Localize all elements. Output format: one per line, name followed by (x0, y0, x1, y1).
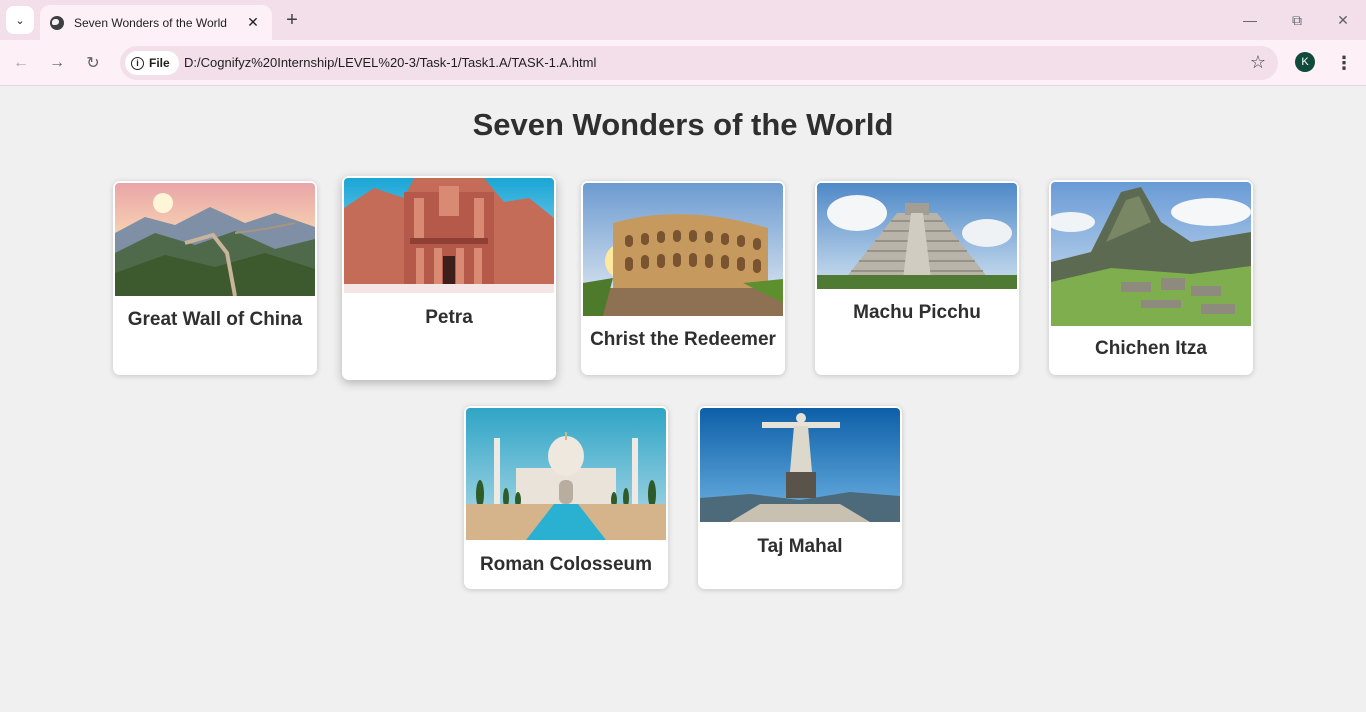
url-text[interactable]: D:/Cognifyz%20Internship/LEVEL%20-3/Task… (184, 55, 596, 70)
minimize-button[interactable]: — (1238, 8, 1262, 32)
page-content: Seven Wonders of the World Great Wall of… (0, 87, 1366, 712)
card-label: Machu Picchu (853, 302, 981, 323)
browser-menu-button[interactable]: ⋮ (1334, 50, 1354, 76)
card-label: Roman Colosseum (479, 554, 653, 575)
close-icon: ✕ (1337, 11, 1349, 28)
new-tab-button[interactable]: + (280, 8, 304, 32)
browser-toolbar: ← → ↻ i File D:/Cognifyz%20Internship/LE… (0, 40, 1366, 86)
site-info-chip[interactable]: i File (125, 51, 179, 75)
more-vert-icon: ⋮ (1335, 52, 1353, 73)
arrow-left-icon: ← (13, 54, 29, 71)
restore-icon: ⧉ (1292, 11, 1302, 28)
minimize-icon: — (1243, 12, 1257, 28)
tab-strip: ⌄ Seven Wonders of the World ✕ + — ⧉ ✕ (0, 0, 1366, 40)
pyramid-image (817, 183, 1017, 289)
great-wall-image (115, 183, 315, 296)
card-label: Petra (425, 307, 473, 328)
bookmark-star-icon[interactable]: ☆ (1250, 52, 1266, 73)
tab-search-button[interactable]: ⌄ (6, 6, 34, 34)
machu-picchu-image (1051, 182, 1251, 326)
plus-icon: + (286, 8, 298, 31)
info-icon: i (131, 56, 144, 70)
taj-mahal-image (466, 408, 666, 540)
address-bar[interactable]: i File D:/Cognifyz%20Internship/LEVEL%20… (120, 46, 1278, 80)
wonder-card[interactable]: Christ the Redeemer (581, 181, 785, 375)
card-label: Great Wall of China (127, 309, 303, 330)
tab-title: Seven Wonders of the World (74, 15, 227, 30)
close-icon[interactable]: ✕ (244, 14, 262, 32)
reload-icon: ↻ (86, 55, 100, 72)
arrow-right-icon: → (49, 54, 65, 71)
forward-button[interactable]: → (44, 50, 70, 76)
wonder-card[interactable]: Taj Mahal (698, 406, 902, 589)
tab-active[interactable]: Seven Wonders of the World ✕ (40, 5, 272, 40)
chevron-down-icon: ⌄ (15, 14, 25, 27)
wonder-card[interactable]: Chichen Itza (1049, 180, 1253, 375)
wonder-card[interactable]: Machu Picchu (815, 181, 1019, 375)
close-window-button[interactable]: ✕ (1331, 8, 1355, 32)
wonder-card[interactable]: Roman Colosseum (464, 406, 668, 589)
petra-image (344, 178, 554, 293)
profile-avatar[interactable]: K (1295, 52, 1315, 72)
back-button[interactable]: ← (8, 50, 34, 76)
wonder-card[interactable]: Petra (342, 176, 556, 380)
reload-button[interactable]: ↻ (80, 50, 106, 76)
page-title: Seven Wonders of the World (472, 107, 894, 142)
christ-redeemer-image (700, 408, 900, 522)
globe-icon (50, 15, 64, 30)
card-label: Taj Mahal (757, 536, 843, 557)
restore-button[interactable]: ⧉ (1285, 8, 1309, 32)
colosseum-image (583, 183, 783, 316)
card-label: Chichen Itza (1095, 338, 1207, 359)
card-label: Christ the Redeemer (590, 329, 776, 350)
chip-label: File (149, 56, 170, 70)
wonder-card[interactable]: Great Wall of China (113, 181, 317, 375)
